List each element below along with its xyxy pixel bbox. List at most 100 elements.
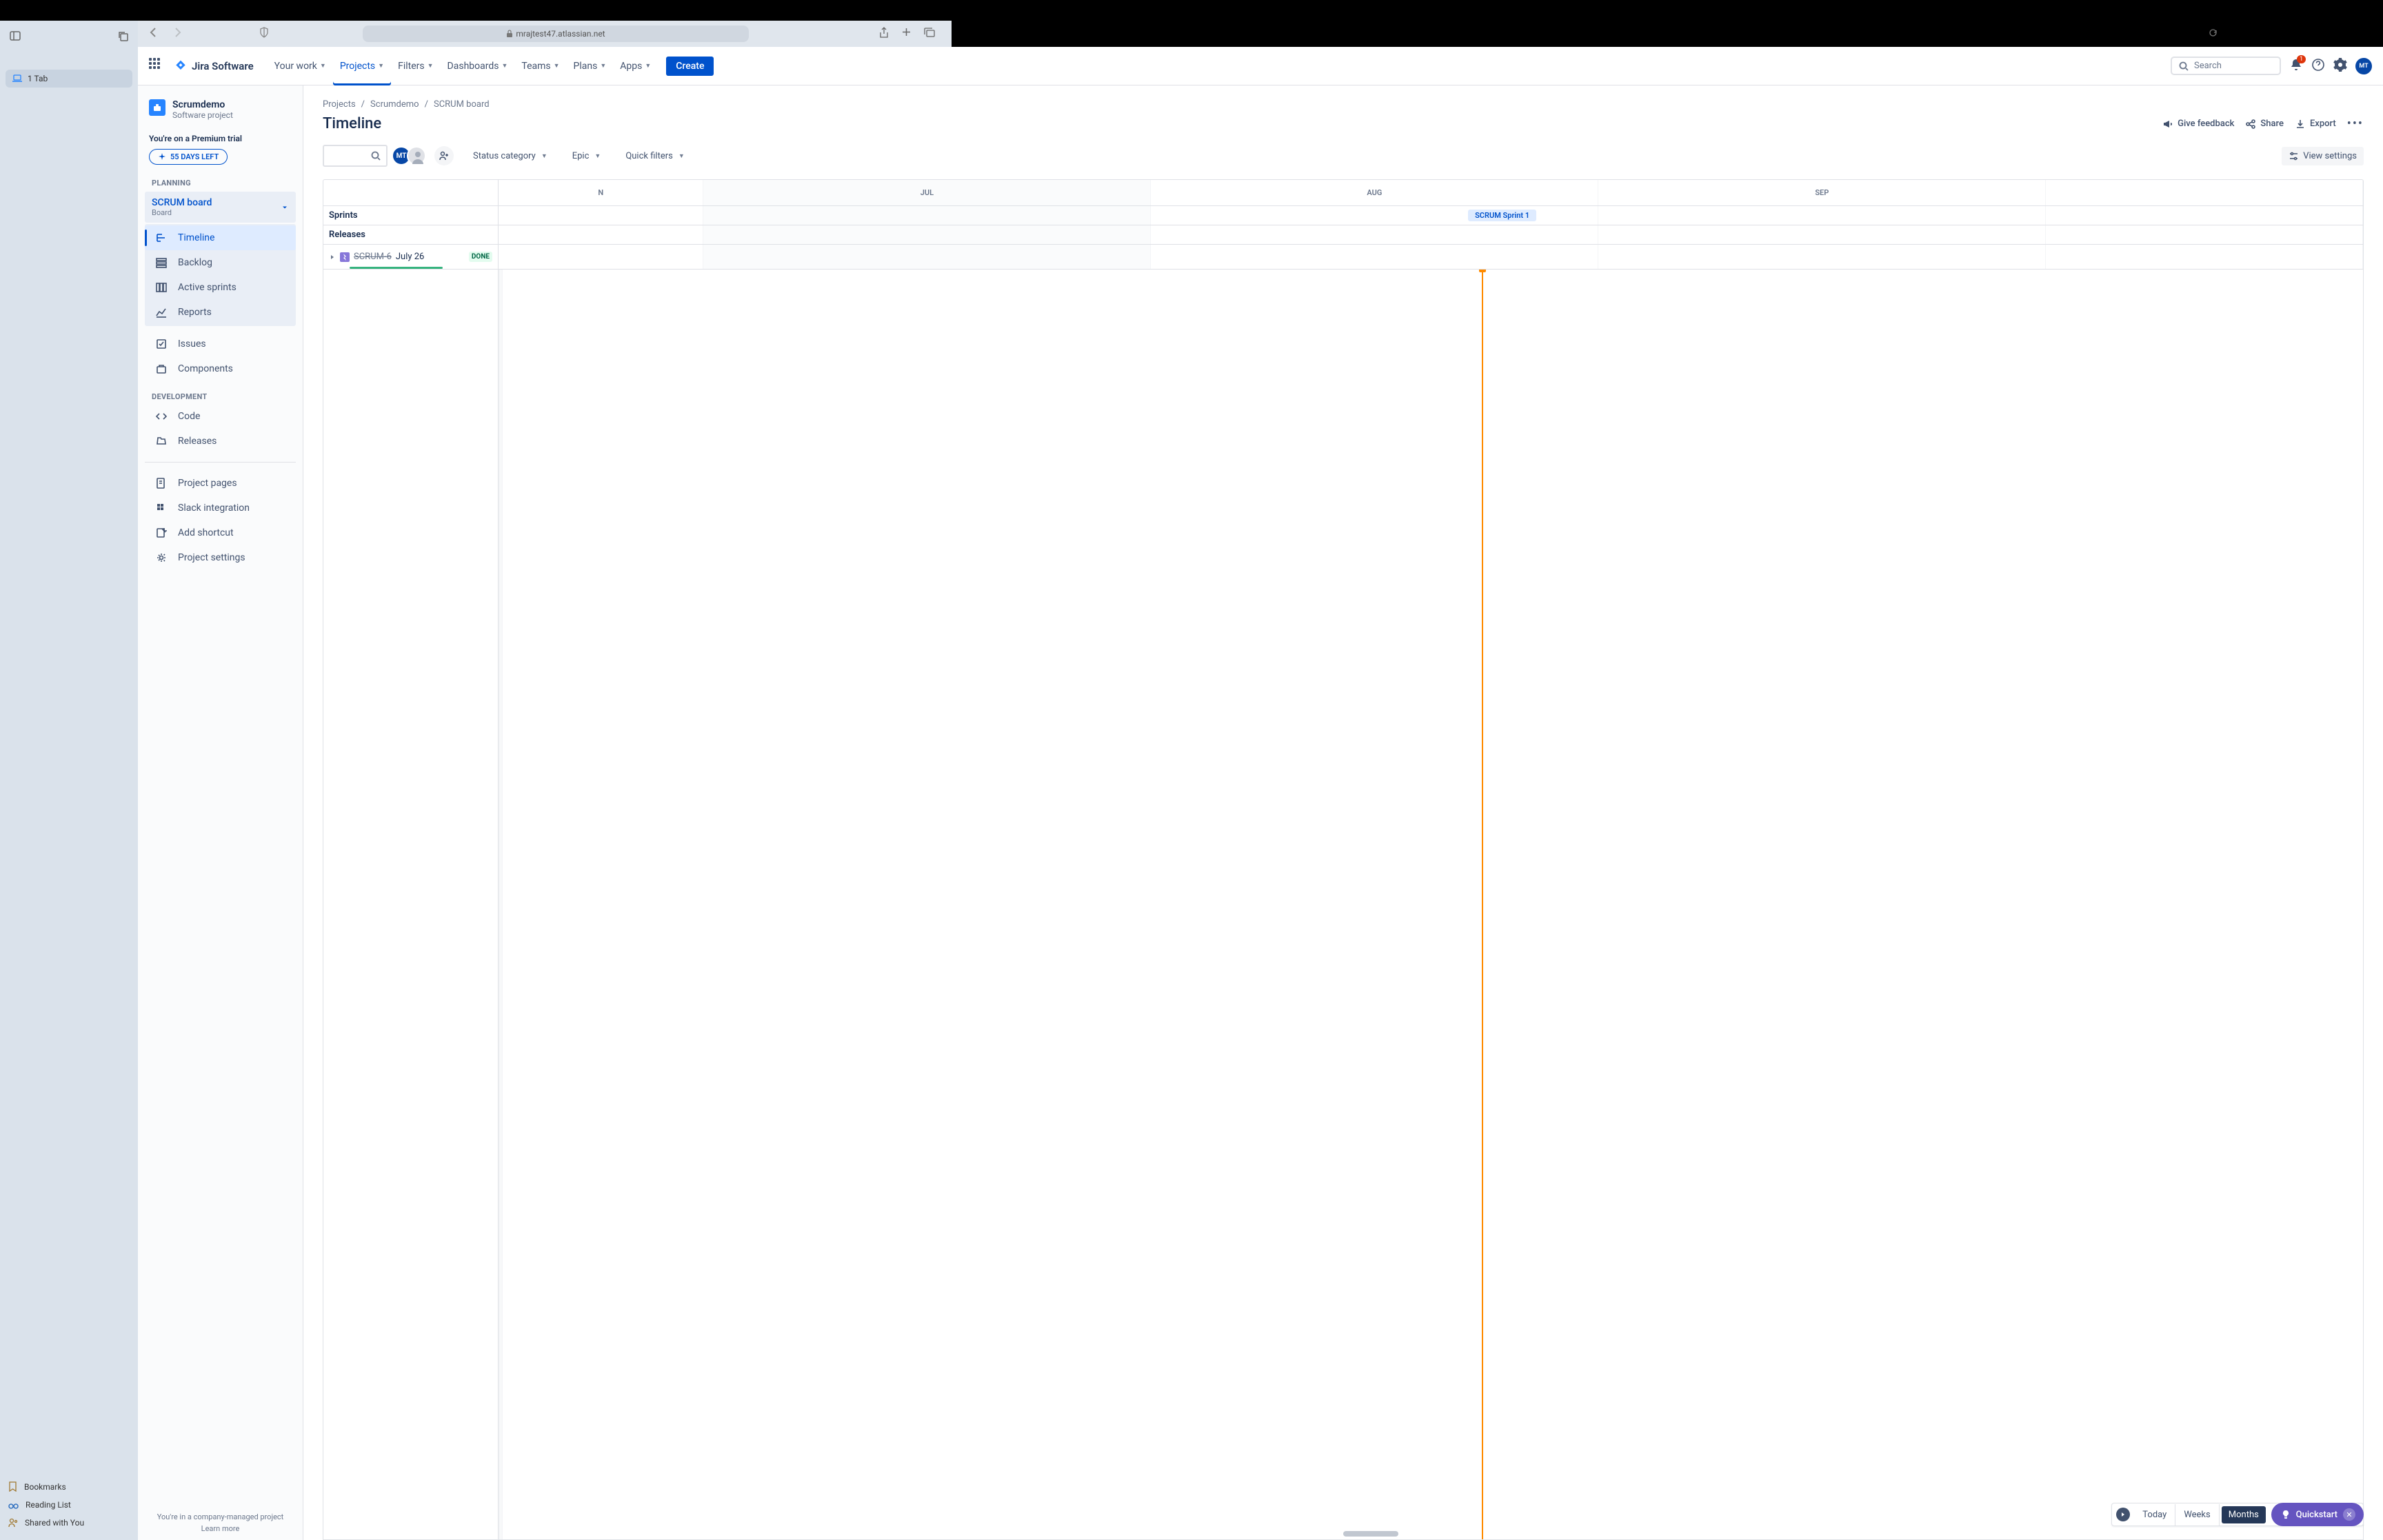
menu-icon <box>154 362 168 376</box>
chevron-down-icon: ▼ <box>678 152 685 160</box>
top-nav: Jira Software Your work ▼Projects ▼Filte… <box>138 47 2383 85</box>
footer-learn-more[interactable]: Learn more <box>138 1524 303 1533</box>
new-tab-group-icon[interactable] <box>117 30 128 44</box>
trial-banner: You're on a Premium trial <box>145 128 296 149</box>
unassigned-avatar[interactable] <box>407 146 426 165</box>
search-placeholder: Search <box>2194 61 2222 71</box>
sidebar-project-pages[interactable]: Project pages <box>145 471 296 496</box>
shield-icon[interactable] <box>257 24 272 43</box>
sidebar-add-shortcut[interactable]: Add shortcut <box>145 520 296 545</box>
back-button[interactable] <box>146 23 161 44</box>
more-actions-button[interactable]: ••• <box>2347 116 2364 131</box>
reload-icon[interactable] <box>2209 28 2218 39</box>
breadcrumb-projects[interactable]: Projects <box>323 99 356 110</box>
bookmarks-item[interactable]: Bookmarks <box>6 1477 132 1496</box>
sidebar-project-settings[interactable]: Project settings <box>145 545 296 570</box>
month-header: JUL <box>703 180 1151 205</box>
epic-title[interactable]: July 26 <box>396 252 425 262</box>
url-bar[interactable]: mrajtest47.atlassian.net <box>363 26 749 42</box>
nav-apps[interactable]: Apps ▼ <box>613 47 658 85</box>
project-type: Software project <box>172 110 233 120</box>
horizontal-scrollbar[interactable] <box>1343 1531 1398 1537</box>
lock-icon <box>506 30 513 38</box>
trial-pill[interactable]: 55 DAYS LEFT <box>149 149 228 165</box>
profile-avatar[interactable]: MT <box>2355 58 2372 74</box>
quickstart-close-button[interactable]: ✕ <box>2343 1508 2355 1521</box>
nav-teams[interactable]: Teams ▼ <box>514 47 566 85</box>
shared-item[interactable]: Shared with You <box>6 1514 132 1532</box>
sidebar-reports[interactable]: Reports <box>145 300 296 325</box>
notification-count: 1 <box>2297 55 2306 63</box>
menu-icon <box>154 231 168 245</box>
notifications-button[interactable]: 1 <box>2289 58 2303 74</box>
tab-count-label: 1 Tab <box>28 74 48 83</box>
reading-list-item[interactable]: Reading List <box>6 1496 132 1514</box>
timeline-search-input[interactable] <box>323 145 388 167</box>
sidebar-components[interactable]: Components <box>145 356 296 381</box>
menu-icon <box>154 501 168 515</box>
nav-your-work[interactable]: Your work ▼ <box>268 47 333 85</box>
nav-plans[interactable]: Plans ▼ <box>567 47 614 85</box>
nav-projects[interactable]: Projects ▼ <box>333 47 391 85</box>
view-settings-button[interactable]: View settings <box>2282 147 2364 165</box>
board-selector[interactable]: SCRUM board Board <box>145 192 296 223</box>
glasses-icon <box>8 1501 19 1509</box>
menu-icon <box>154 434 168 448</box>
today-button[interactable]: Today <box>2134 1504 2175 1526</box>
create-button[interactable]: Create <box>666 57 714 76</box>
menu-icon <box>154 409 168 423</box>
month-background <box>1598 206 2046 225</box>
share-button[interactable]: Share <box>2245 119 2284 130</box>
month-header: AUG <box>1151 180 1598 205</box>
breadcrumb-board[interactable]: SCRUM board <box>434 99 490 110</box>
nav-dashboards[interactable]: Dashboards ▼ <box>441 47 515 85</box>
jira-logo[interactable]: Jira Software <box>174 59 254 73</box>
quickstart-button[interactable]: Quickstart ✕ <box>2271 1503 2364 1526</box>
sidebar-backlog[interactable]: Backlog <box>145 250 296 275</box>
sidebar-issues[interactable]: Issues <box>145 332 296 356</box>
share-icon[interactable] <box>879 27 889 41</box>
give-feedback-button[interactable]: Give feedback <box>2162 119 2234 130</box>
nav-filters[interactable]: Filters ▼ <box>391 47 440 85</box>
person-shared-icon <box>8 1518 18 1528</box>
chevron-down-icon: ▼ <box>541 152 547 160</box>
quick-filters[interactable]: Quick filters ▼ <box>623 147 687 165</box>
forward-button[interactable] <box>170 23 185 44</box>
sidebar-releases[interactable]: Releases <box>145 429 296 454</box>
breadcrumb: Projects / Scrumdemo / SCRUM board <box>323 99 2364 110</box>
sidebar-toggle-icon[interactable] <box>10 30 21 44</box>
add-people-button[interactable] <box>434 146 454 165</box>
timeline-grid: NJULAUGSEP Sprints SCRUM Sprint 1 Releas… <box>323 179 2364 1540</box>
export-button[interactable]: Export <box>2295 119 2336 130</box>
tab-group-item[interactable]: 1 Tab <box>6 70 132 88</box>
sidebar-active-sprints[interactable]: Active sprints <box>145 275 296 300</box>
footer-text: You're in a company-managed project <box>157 1512 284 1521</box>
sidebar-timeline[interactable]: Timeline <box>145 225 296 250</box>
month-background <box>2046 225 2363 244</box>
project-sidebar: Scrumdemo Software project You're on a P… <box>138 85 303 1540</box>
epic-key[interactable]: SCRUM-6 <box>354 252 392 262</box>
app-switcher-icon[interactable] <box>149 58 165 74</box>
month-header: SEP <box>1598 180 2046 205</box>
months-button[interactable]: Months <box>2222 1506 2266 1523</box>
epic-filter[interactable]: Epic ▼ <box>570 147 604 165</box>
search-input[interactable]: Search <box>2171 57 2281 75</box>
new-tab-icon[interactable] <box>901 27 912 41</box>
breadcrumb-project[interactable]: Scrumdemo <box>370 99 419 110</box>
sprint-badge[interactable]: SCRUM Sprint 1 <box>1468 210 1536 221</box>
scroll-to-today-button[interactable] <box>2116 1508 2130 1521</box>
help-button[interactable] <box>2311 58 2325 74</box>
sidebar-code[interactable]: Code <box>145 404 296 429</box>
chevron-down-icon <box>281 203 289 212</box>
status-category-filter[interactable]: Status category ▼ <box>470 147 550 165</box>
month-background <box>2046 206 2363 225</box>
sidebar-slack-integration[interactable]: Slack integration <box>145 496 296 520</box>
menu-icon <box>154 476 168 490</box>
month-header <box>2046 180 2363 205</box>
tabs-icon[interactable] <box>924 27 935 41</box>
month-background <box>1151 225 1598 244</box>
weeks-button[interactable]: Weeks <box>2175 1504 2219 1526</box>
settings-button[interactable] <box>2333 58 2347 74</box>
sparkle-icon <box>158 153 166 161</box>
chevron-right-icon[interactable] <box>329 254 336 261</box>
